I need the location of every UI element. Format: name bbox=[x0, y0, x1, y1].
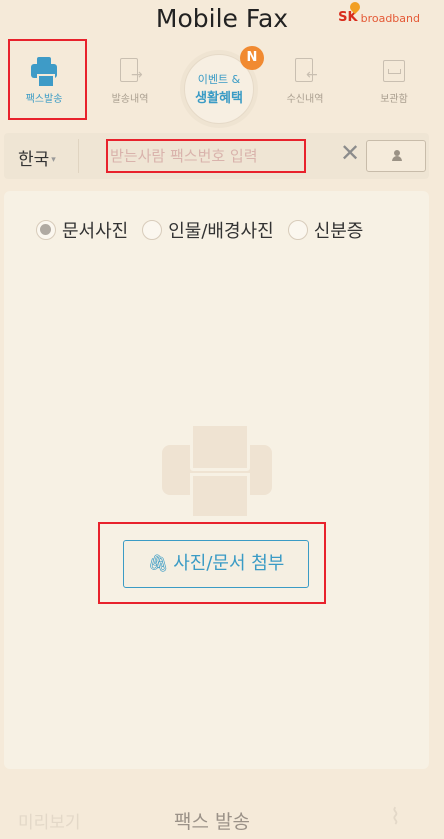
paperclip-icon[interactable]: ⌇ bbox=[390, 805, 401, 830]
nav-item-label: 발송내역 bbox=[111, 94, 149, 105]
radio-document-photo[interactable]: 문서사진 bbox=[36, 217, 128, 243]
nav-item-label: 수신내역 bbox=[286, 94, 324, 105]
radio-indicator bbox=[142, 220, 163, 240]
fax-number-row: 한국▾ ✕ bbox=[4, 133, 429, 179]
new-badge: N bbox=[240, 46, 264, 70]
event-label-bottom: 생활혜택 bbox=[195, 91, 243, 106]
chevron-down-icon: ▾ bbox=[51, 155, 56, 165]
paperclip-icon: 🖇︎ bbox=[147, 554, 170, 574]
radio-id-card[interactable]: 신분증 bbox=[287, 217, 363, 243]
nav-item-archive[interactable]: 보관함 bbox=[354, 48, 434, 116]
fax-number-input[interactable] bbox=[106, 139, 306, 173]
received-history-icon: ← bbox=[292, 58, 318, 84]
radio-indicator bbox=[36, 220, 56, 240]
brand-logo: SK broadband bbox=[338, 0, 420, 25]
doc-type-radio-group: 문서사진 인물/배경사진 신분증 bbox=[36, 217, 377, 243]
content-panel: 문서사진 인물/배경사진 신분증 bbox=[4, 191, 429, 769]
radio-person-background-photo[interactable]: 인물/배경사진 bbox=[142, 217, 274, 243]
header: Mobile Fax SK broadband bbox=[0, 0, 444, 42]
nav-highlight-box bbox=[8, 39, 87, 120]
send-fax-button[interactable]: 팩스 발송 bbox=[174, 807, 250, 834]
attach-photo-document-button[interactable]: 🖇︎ 사진/문서 첨부 bbox=[123, 540, 309, 588]
attach-button-label: 사진/문서 첨부 bbox=[173, 553, 285, 574]
printer-watermark-icon bbox=[162, 423, 272, 519]
preview-button[interactable]: 미리보기 bbox=[18, 808, 81, 833]
radio-indicator bbox=[287, 220, 308, 240]
divider bbox=[78, 139, 79, 173]
close-icon[interactable]: ✕ bbox=[340, 141, 360, 165]
archive-icon bbox=[381, 58, 407, 84]
sent-history-icon: → bbox=[117, 58, 143, 84]
nav-item-received-history[interactable]: ← 수신내역 bbox=[265, 48, 345, 116]
country-select[interactable]: 한국 ▾ bbox=[18, 145, 56, 170]
event-label-top: 이벤트 & bbox=[197, 73, 241, 86]
nav-item-sent-history[interactable]: → 발송내역 bbox=[90, 48, 170, 116]
contact-icon bbox=[392, 150, 402, 161]
contact-button[interactable] bbox=[366, 140, 426, 172]
bottom-bar: 미리보기 팩스 발송 ⌇ bbox=[0, 781, 444, 839]
nav-item-label: 보관함 bbox=[380, 94, 408, 105]
